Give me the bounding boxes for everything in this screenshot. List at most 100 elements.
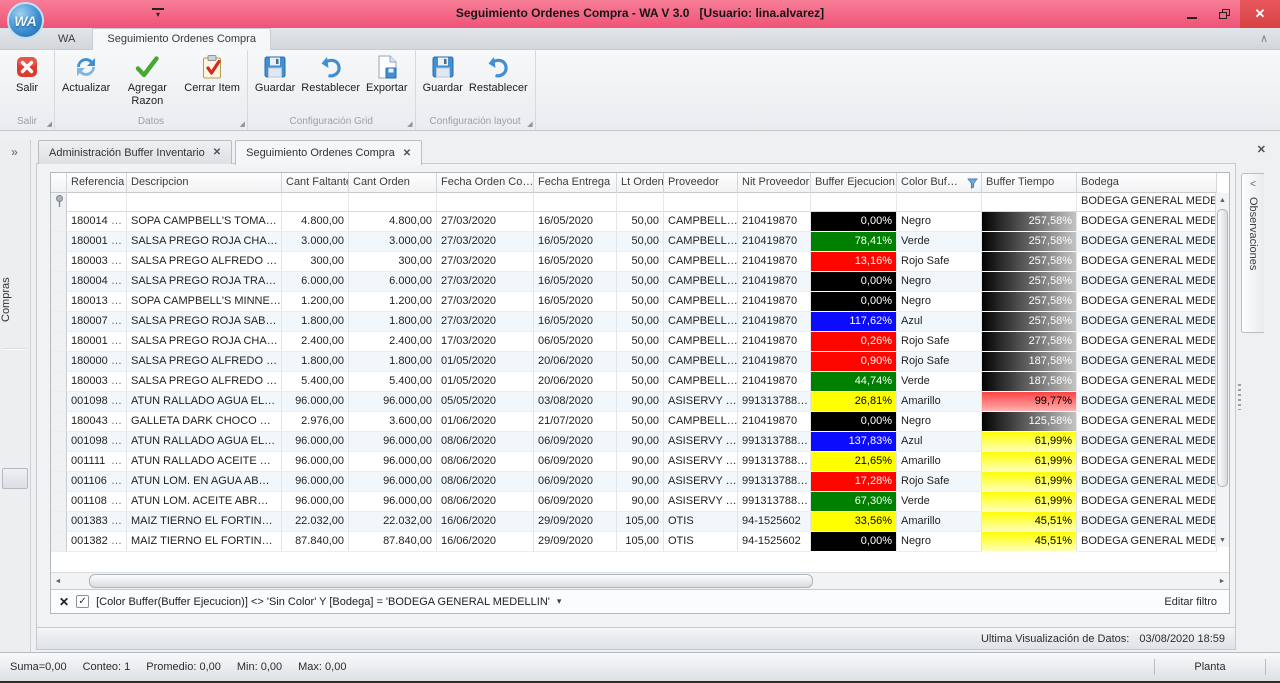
cell-lt-orden[interactable]: 50,00 <box>617 212 664 232</box>
ribbon-button-guardar[interactable]: Guardar <box>252 52 298 116</box>
table-row[interactable]: 180014…SOPA CAMPBELL'S TOMA…4.800,004.80… <box>51 212 1217 232</box>
cell-cant-faltante[interactable]: 2.976,00 <box>282 412 349 432</box>
cell-fecha-orden[interactable]: 16/06/2020 <box>437 512 534 532</box>
cell-lt-orden[interactable]: 50,00 <box>617 312 664 332</box>
ellipsis-button[interactable]: … <box>111 492 122 511</box>
cell-color-buffer[interactable]: Verde <box>897 492 982 512</box>
cell-fecha-orden[interactable]: 17/03/2020 <box>437 332 534 352</box>
ellipsis-button[interactable]: … <box>111 372 122 391</box>
cell-buffer-tiempo[interactable]: 45,51% <box>982 512 1077 532</box>
filter-cell-fecha-orden[interactable] <box>437 193 534 212</box>
filter-cell-nit[interactable] <box>738 193 811 212</box>
cell-buffer-tiempo[interactable]: 257,58% <box>982 212 1077 232</box>
cell-buffer-ejecucion[interactable]: 13,16% <box>811 252 897 272</box>
collapse-ribbon-icon[interactable]: ∧ <box>1260 32 1268 45</box>
cell-fecha-entrega[interactable]: 06/09/2020 <box>534 492 617 512</box>
cell-cant-faltante[interactable]: 300,00 <box>282 252 349 272</box>
cell-lt-orden[interactable]: 50,00 <box>617 372 664 392</box>
cell-buffer-tiempo[interactable]: 187,58% <box>982 372 1077 392</box>
cell-bodega[interactable]: BODEGA GENERAL MEDELLIN <box>1077 352 1217 372</box>
table-row[interactable]: 180001…SALSA PREGO ROJA CHA…2.400,002.40… <box>51 332 1217 352</box>
column-header-desc[interactable]: Descripcion <box>127 173 282 193</box>
horizontal-scrollbar[interactable]: ◄ ► <box>51 572 1229 589</box>
cell-desc[interactable]: ATUN RALLADO AGUA EL… <box>127 392 282 412</box>
cell-nit[interactable]: 210419870 <box>738 272 811 292</box>
cell-bodega[interactable]: BODEGA GENERAL MEDELLIN <box>1077 492 1217 512</box>
dialog-launcher-icon[interactable]: ◢ <box>240 121 245 128</box>
ellipsis-button[interactable]: … <box>111 452 122 471</box>
cell-ref[interactable]: 180013… <box>67 292 127 312</box>
cell-fecha-entrega[interactable]: 16/05/2020 <box>534 312 617 332</box>
cell-cant-faltante[interactable]: 96.000,00 <box>282 432 349 452</box>
filter-cell-proveedor[interactable] <box>664 193 738 212</box>
cell-ref[interactable]: 001106… <box>67 472 127 492</box>
cell-fecha-orden[interactable]: 27/03/2020 <box>437 232 534 252</box>
cell-cant-orden[interactable]: 96.000,00 <box>349 492 437 512</box>
restore-button[interactable] <box>1208 0 1240 28</box>
cell-lt-orden[interactable]: 90,00 <box>617 492 664 512</box>
cell-fecha-orden[interactable]: 16/06/2020 <box>437 532 534 552</box>
vertical-scrollbar[interactable]: ▲ ▼ <box>1215 193 1229 547</box>
cell-proveedor[interactable]: ASISERVY … <box>664 472 738 492</box>
column-header-buffer-ejecucion[interactable]: Buffer Ejecucion <box>811 173 897 193</box>
cell-cant-faltante[interactable]: 5.400,00 <box>282 372 349 392</box>
cell-fecha-orden[interactable]: 08/06/2020 <box>437 432 534 452</box>
cell-cant-orden[interactable]: 1.800,00 <box>349 352 437 372</box>
cell-proveedor[interactable]: CAMPBELL… <box>664 272 738 292</box>
filter-cell-cant-orden[interactable] <box>349 193 437 212</box>
column-header-bodega[interactable]: Bodega <box>1077 173 1217 193</box>
ellipsis-button[interactable]: … <box>111 232 122 251</box>
filter-row-pin-icon[interactable] <box>51 193 67 212</box>
ellipsis-button[interactable]: … <box>111 212 122 231</box>
cell-desc[interactable]: SALSA PREGO ALFREDO … <box>127 252 282 272</box>
ellipsis-button[interactable]: … <box>111 472 122 491</box>
cell-cant-faltante[interactable]: 96.000,00 <box>282 392 349 412</box>
cell-buffer-tiempo[interactable]: 61,99% <box>982 492 1077 512</box>
close-button[interactable]: ✕ <box>1240 0 1280 28</box>
cell-proveedor[interactable]: CAMPBELL… <box>664 332 738 352</box>
compras-panel-tab[interactable]: Compras <box>0 245 31 355</box>
table-row[interactable]: 001383…MAIZ TIERNO EL FORTIN…22.032,0022… <box>51 512 1217 532</box>
cell-proveedor[interactable]: CAMPBELL… <box>664 292 738 312</box>
cell-buffer-tiempo[interactable]: 187,58% <box>982 352 1077 372</box>
cell-fecha-entrega[interactable]: 16/05/2020 <box>534 232 617 252</box>
close-tab-icon[interactable]: ✕ <box>403 148 411 159</box>
column-header-nit[interactable]: Nit Proveedor <box>738 173 811 193</box>
cell-desc[interactable]: SALSA PREGO ALFREDO … <box>127 372 282 392</box>
cell-nit[interactable]: 991313788… <box>738 392 811 412</box>
cell-buffer-ejecucion[interactable]: 78,41% <box>811 232 897 252</box>
cell-ref[interactable]: 001383… <box>67 512 127 532</box>
cell-buffer-tiempo[interactable]: 257,58% <box>982 292 1077 312</box>
cell-buffer-tiempo[interactable]: 61,99% <box>982 452 1077 472</box>
cell-lt-orden[interactable]: 90,00 <box>617 452 664 472</box>
cell-buffer-ejecucion[interactable]: 0,00% <box>811 212 897 232</box>
cell-cant-faltante[interactable]: 1.800,00 <box>282 352 349 372</box>
ribbon-button-agregar-razon[interactable]: Agregar Razon <box>113 52 181 116</box>
cell-desc[interactable]: ATUN LOM. EN AGUA AB… <box>127 472 282 492</box>
cell-desc[interactable]: SALSA PREGO ROJA CHA… <box>127 232 282 252</box>
cell-buffer-ejecucion[interactable]: 0,00% <box>811 272 897 292</box>
cell-fecha-orden[interactable]: 08/06/2020 <box>437 492 534 512</box>
cell-buffer-tiempo[interactable]: 257,58% <box>982 272 1077 292</box>
column-header-fecha-entrega[interactable]: Fecha Entrega <box>534 173 617 193</box>
cell-fecha-entrega[interactable]: 16/05/2020 <box>534 252 617 272</box>
cell-lt-orden[interactable]: 50,00 <box>617 252 664 272</box>
ribbon-button-salir[interactable]: Salir <box>4 52 50 116</box>
cell-cant-orden[interactable]: 96.000,00 <box>349 472 437 492</box>
table-row[interactable]: 001098…ATUN RALLADO AGUA EL…96.000,0096.… <box>51 392 1217 412</box>
filter-cell-cant-faltante[interactable] <box>282 193 349 212</box>
cell-fecha-entrega[interactable]: 20/06/2020 <box>534 352 617 372</box>
cell-lt-orden[interactable]: 50,00 <box>617 292 664 312</box>
vertical-scroll-thumb[interactable] <box>1217 209 1228 487</box>
cell-ref[interactable]: 001108… <box>67 492 127 512</box>
cell-fecha-entrega[interactable]: 16/05/2020 <box>534 272 617 292</box>
cell-cant-orden[interactable]: 3.600,00 <box>349 412 437 432</box>
cell-nit[interactable]: 94-1525602 <box>738 512 811 532</box>
cell-bodega[interactable]: BODEGA GENERAL MEDELLIN <box>1077 512 1217 532</box>
cell-fecha-orden[interactable]: 27/03/2020 <box>437 292 534 312</box>
cell-nit[interactable]: 210419870 <box>738 232 811 252</box>
filter-dropdown-icon[interactable]: ▾ <box>557 596 562 607</box>
close-document-icon[interactable]: ✕ <box>1257 143 1266 156</box>
cell-color-buffer[interactable]: Negro <box>897 272 982 292</box>
cell-cant-orden[interactable]: 87.840,00 <box>349 532 437 552</box>
